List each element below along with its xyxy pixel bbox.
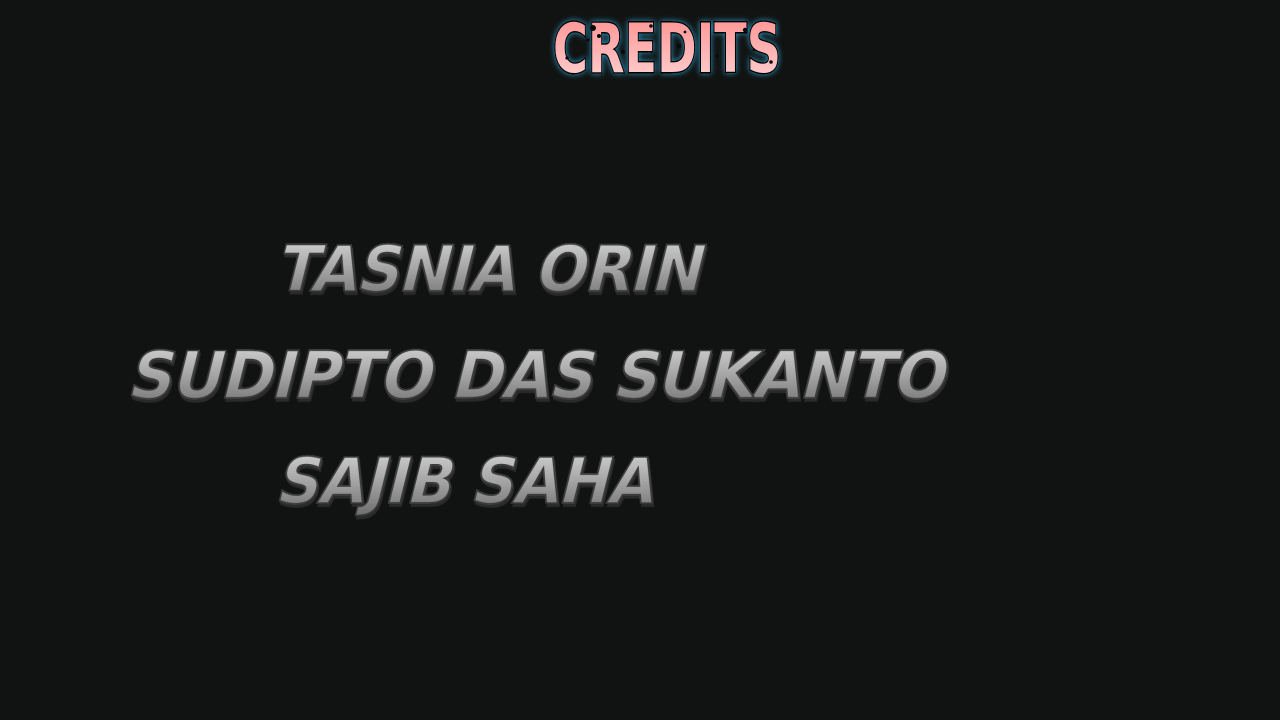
credit-name-1: TASNIA ORIN [270,232,714,307]
credit-name-3: SAJIB SAHA [270,444,667,519]
credits-title-graphic: CREDITS [552,9,783,81]
credits-screen: CREDITS TASNIA ORIN SUDIPTO DAS SUKANTO … [0,0,1280,720]
credits-title: CREDITS [553,10,781,80]
credit-name-2: SUDIPTO DAS SUKANTO [121,336,958,414]
credits-title-logo: CREDITS [549,6,785,81]
